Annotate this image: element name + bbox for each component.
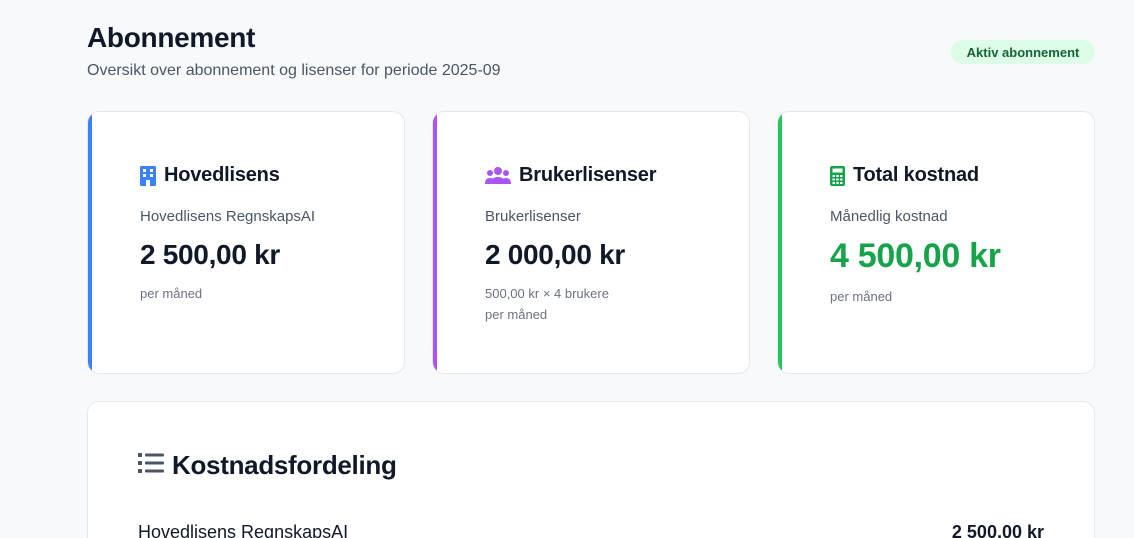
breakdown-row: Hovedlisens RegnskapsAI 2 500,00 kr — [138, 522, 1044, 538]
main-license-period: per måned — [140, 286, 203, 301]
cost-breakdown-panel: Kostnadsfordeling Hovedlisens RegnskapsA… — [87, 401, 1095, 538]
status-badge: Aktiv abonnement — [951, 40, 1095, 64]
list-icon — [138, 452, 164, 479]
cost-breakdown-header: Kostnadsfordeling — [138, 450, 397, 481]
user-licenses-amount: 2 000,00 kr — [485, 239, 625, 270]
main-license-card-header: Hovedlisens — [140, 164, 280, 187]
subscription-page: Abonnement Oversikt over abonnement og l… — [0, 0, 1134, 538]
total-cost-subtitle: Månedlig kostnad — [830, 208, 948, 225]
main-license-card: Hovedlisens Hovedlisens RegnskapsAI 2 50… — [87, 111, 405, 374]
breakdown-row-amount: 2 500,00 kr — [951, 522, 1044, 538]
page-subtitle: Oversikt over abonnement og lisenser for… — [87, 62, 501, 79]
main-license-amount: 2 500,00 kr — [140, 239, 280, 270]
total-cost-card: Total kostnad Månedlig kostnad 4 500,00 … — [777, 111, 1095, 374]
breakdown-row-label: Hovedlisens RegnskapsAI — [138, 522, 349, 538]
user-licenses-subtitle: Brukerlisenser — [485, 208, 581, 225]
user-licenses-title: Brukerlisenser — [519, 164, 657, 186]
users-icon — [485, 166, 511, 186]
calculator-icon — [830, 165, 845, 186]
main-license-title: Hovedlisens — [164, 164, 280, 186]
total-cost-period: per måned — [830, 289, 893, 304]
page-header: Abonnement Oversikt over abonnement og l… — [87, 22, 501, 80]
user-licenses-period: per måned — [485, 307, 548, 322]
main-license-subtitle: Hovedlisens RegnskapsAI — [140, 208, 316, 225]
user-licenses-detail: 500,00 kr × 4 brukere — [485, 286, 609, 301]
page-title: Abonnement — [87, 22, 256, 53]
total-cost-card-header: Total kostnad — [830, 164, 979, 187]
total-cost-title: Total kostnad — [853, 164, 979, 186]
user-licenses-card-header: Brukerlisenser — [485, 164, 656, 187]
building-icon — [140, 165, 156, 186]
cost-breakdown-title: Kostnadsfordeling — [172, 450, 397, 480]
total-cost-amount: 4 500,00 kr — [830, 237, 1001, 275]
user-licenses-card: Brukerlisenser Brukerlisenser 2 000,00 k… — [432, 111, 750, 374]
